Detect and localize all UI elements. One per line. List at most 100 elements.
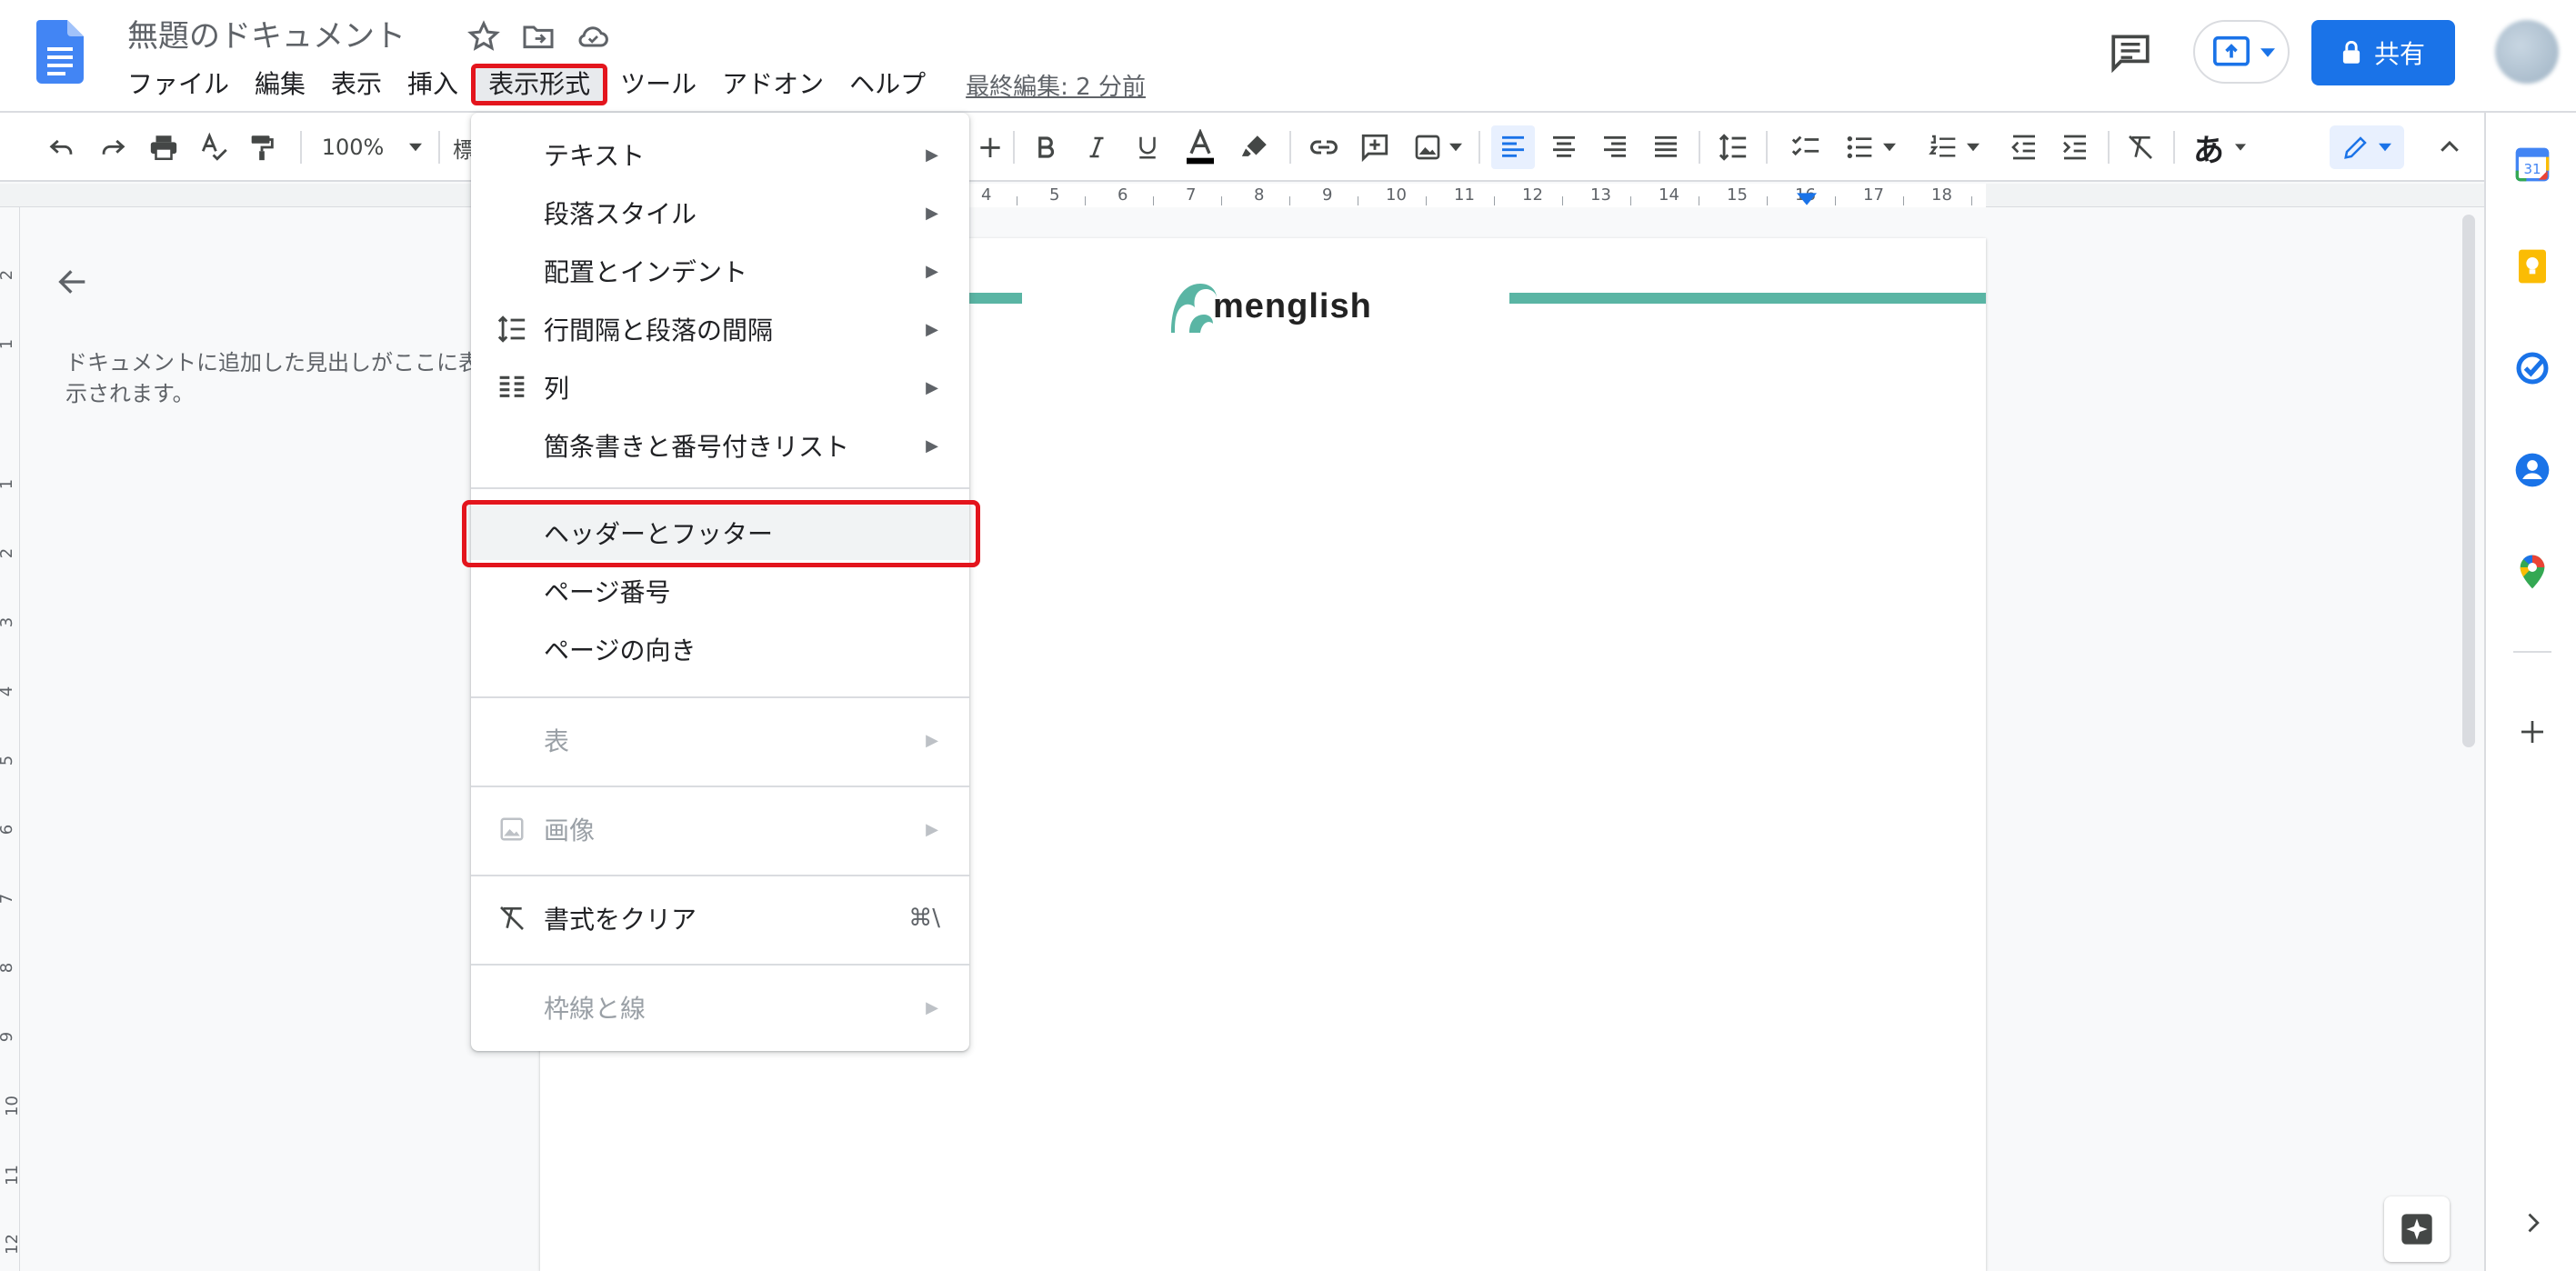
comments-icon[interactable] (2108, 29, 2153, 75)
menu-file[interactable]: ファイル (115, 64, 242, 105)
collapse-icon[interactable] (2430, 125, 2470, 169)
paint-format-icon[interactable] (242, 125, 282, 169)
menu-separator (471, 964, 969, 966)
menglish-wave-icon (1171, 284, 1217, 333)
editing-mode-icon[interactable] (2330, 125, 2404, 169)
dropdown-caret-icon (1967, 143, 1980, 152)
link-icon[interactable] (1304, 125, 1344, 169)
input-tools-button[interactable]: あ (2186, 125, 2253, 169)
account-avatar[interactable] (2495, 20, 2559, 84)
menu-separator (471, 696, 969, 698)
clear-formatting-icon[interactable] (2120, 125, 2160, 169)
menu-item-paragraph-styles[interactable]: 段落スタイル ▶ (471, 185, 969, 240)
menu-item-image[interactable]: 画像 ▶ (471, 802, 969, 856)
menu-item-columns[interactable]: 列 ▶ (471, 360, 969, 415)
menu-item-lists[interactable]: 箇条書きと番号付きリスト ▶ (471, 418, 969, 473)
present-button[interactable] (2193, 20, 2290, 84)
ruler-label: 8 (1254, 185, 1265, 205)
star-icon[interactable] (466, 18, 502, 55)
submenu-arrow-icon: ▶ (926, 319, 938, 339)
menu-item-label: テキスト (544, 141, 646, 171)
bold-icon[interactable] (1027, 125, 1064, 169)
style-select[interactable]: 標 (453, 125, 475, 169)
insert-image-icon[interactable] (1406, 125, 1469, 169)
maps-icon[interactable] (2513, 553, 2551, 591)
ruler-label: 14 (1659, 185, 1679, 205)
zoom-select[interactable]: 100% (313, 125, 431, 169)
horizontal-ruler[interactable]: 4 5 6 7 8 9 10 11 12 13 14 15 16 17 18 (0, 184, 2484, 207)
print-icon[interactable] (144, 125, 184, 169)
last-edit-link[interactable]: 最終編集: 2 分前 (938, 68, 1146, 102)
font-size-increase-button[interactable]: + (975, 125, 1006, 169)
menu-item-label: 列 (544, 374, 570, 404)
tasks-icon[interactable] (2513, 349, 2551, 387)
redo-icon[interactable] (93, 125, 133, 169)
scrollbar-thumb[interactable] (2462, 215, 2475, 747)
ruler-label: 6 (0, 825, 16, 835)
align-left-icon[interactable] (1491, 125, 1535, 169)
cloud-saved-icon[interactable] (575, 18, 611, 55)
menu-item-table[interactable]: 表 ▶ (471, 713, 969, 767)
decrease-indent-icon[interactable] (2004, 125, 2044, 169)
format-dropdown-menu: テキスト ▶ 段落スタイル ▶ 配置とインデント ▶ 行間隔と段落の間隔 ▶ 列… (471, 113, 969, 1051)
add-addon-icon[interactable] (2513, 713, 2551, 751)
menu-addons[interactable]: アドオン (709, 64, 837, 105)
menu-help[interactable]: ヘルプ (837, 64, 938, 105)
menu-item-page-orientation[interactable]: ページの向き (471, 622, 969, 676)
calendar-icon[interactable]: 31 (2513, 145, 2551, 184)
toolbar: 100% 標 + あ (0, 113, 2484, 182)
ruler-label: 2 (0, 270, 16, 280)
menu-separator (471, 487, 969, 489)
underline-icon[interactable] (1129, 125, 1166, 169)
docs-logo-icon[interactable] (36, 20, 84, 84)
menu-item-line-spacing[interactable]: 行間隔と段落の間隔 ▶ (471, 302, 969, 356)
menu-format[interactable]: 表示形式 (471, 64, 608, 105)
explore-icon[interactable] (2384, 1196, 2450, 1262)
ruler-label: 1 (0, 339, 16, 349)
spellcheck-icon[interactable] (195, 125, 235, 169)
menu-insert[interactable]: 挿入 (395, 64, 471, 105)
right-indent-marker-icon[interactable] (1797, 193, 1817, 205)
share-button[interactable]: 共有 (2311, 20, 2455, 85)
ruler-label: 12 (1522, 185, 1543, 205)
bulleted-list-icon[interactable] (1837, 125, 1904, 169)
increase-indent-icon[interactable] (2055, 125, 2095, 169)
text-color-icon[interactable] (1180, 125, 1220, 169)
justify-icon[interactable] (1646, 125, 1686, 169)
menu-tools[interactable]: ツール (607, 64, 709, 105)
menu-item-align-indent[interactable]: 配置とインデント ▶ (471, 244, 969, 298)
app-header: 無題のドキュメント ファイル 編集 表示 挿入 表示形式 ツール アドオン ヘル… (0, 0, 2576, 113)
move-folder-icon[interactable] (520, 18, 556, 55)
submenu-arrow-icon: ▶ (926, 730, 938, 750)
document-title[interactable]: 無題のドキュメント (127, 11, 406, 55)
submenu-arrow-icon: ▶ (926, 261, 938, 281)
contacts-icon[interactable] (2513, 451, 2551, 489)
line-spacing-icon[interactable] (1713, 125, 1753, 169)
undo-icon[interactable] (42, 125, 82, 169)
menu-view[interactable]: 表示 (318, 64, 395, 105)
menu-item-page-numbers[interactable]: ページ番号 (471, 564, 969, 618)
align-right-icon[interactable] (1595, 125, 1635, 169)
menu-item-text[interactable]: テキスト ▶ (471, 127, 969, 182)
add-comment-icon[interactable] (1355, 125, 1395, 169)
ruler-label: 8 (0, 963, 16, 973)
expand-panel-icon[interactable] (2513, 1204, 2551, 1242)
menu-item-clear-formatting[interactable]: 書式をクリア ⌘\ (471, 891, 969, 946)
menu-item-borders-lines[interactable]: 枠線と線 ▶ (471, 980, 969, 1035)
numbered-list-icon[interactable] (1920, 125, 1988, 169)
submenu-arrow-icon: ▶ (926, 997, 938, 1017)
align-center-icon[interactable] (1544, 125, 1584, 169)
menu-edit[interactable]: 編集 (242, 64, 318, 105)
vertical-ruler: 2 1 1 2 3 4 5 6 7 8 9 10 11 12 (0, 207, 22, 1271)
ruler-label: 4 (0, 686, 16, 696)
close-outline-icon[interactable] (55, 264, 91, 300)
menu-bar: ファイル 編集 表示 挿入 表示形式 ツール アドオン ヘルプ 最終編集: 2 … (115, 64, 1146, 105)
menu-item-label: ページ番号 (544, 577, 671, 607)
italic-icon[interactable] (1078, 125, 1115, 169)
highlight-icon[interactable] (1235, 125, 1275, 169)
ruler-label: 13 (1590, 185, 1611, 205)
ruler-label: 7 (1186, 185, 1197, 205)
checklist-icon[interactable] (1786, 125, 1826, 169)
keep-icon[interactable] (2513, 247, 2551, 285)
columns-icon (496, 372, 527, 403)
